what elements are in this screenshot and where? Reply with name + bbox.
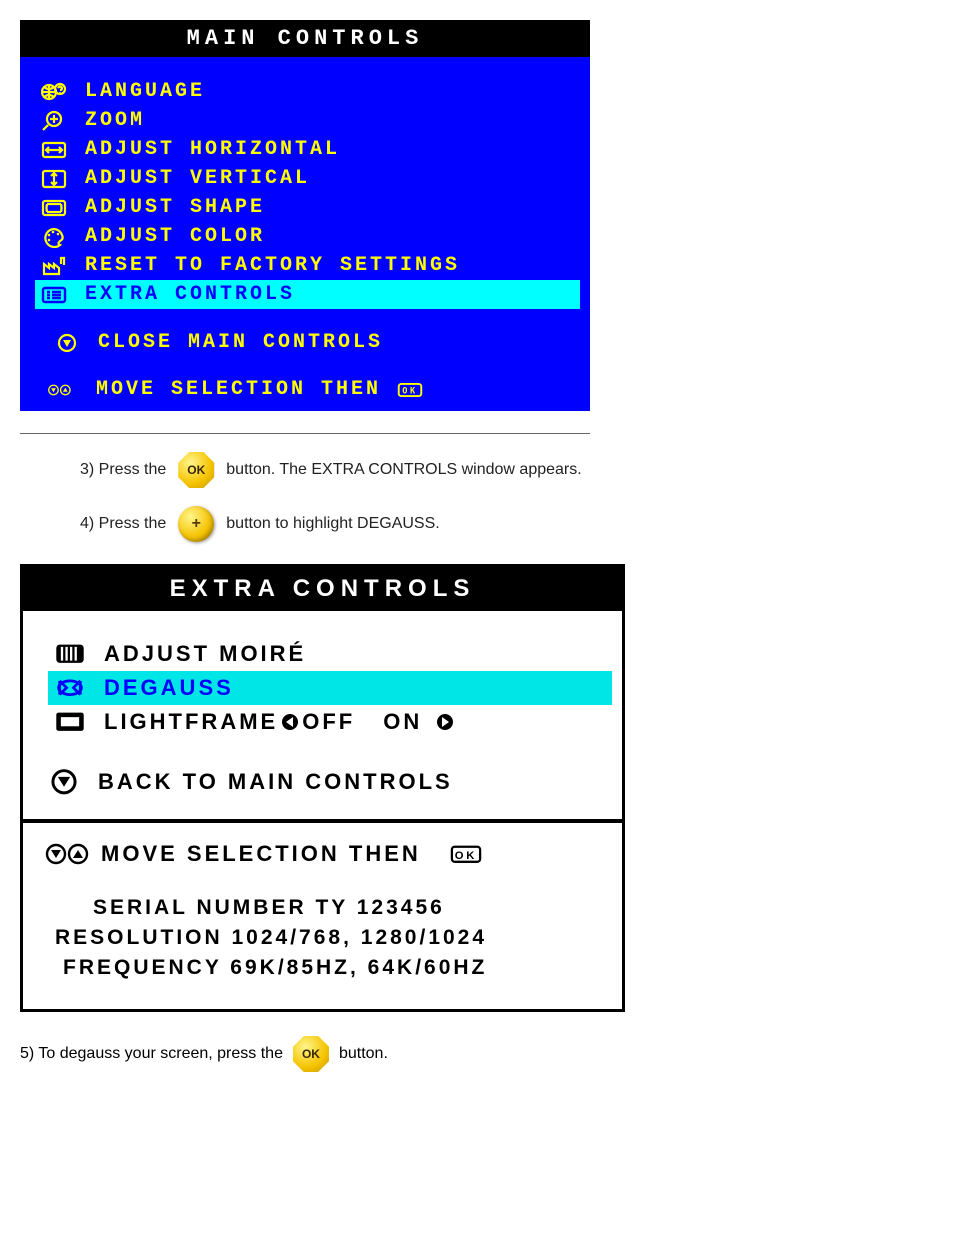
back-label: BACK TO MAIN CONTROLS	[98, 769, 453, 795]
shape-icon	[39, 197, 69, 219]
step-5-suffix: button.	[339, 1045, 388, 1063]
step-4-suffix: button to highlight DEGAUSS.	[226, 515, 439, 533]
back-to-main-controls[interactable]: BACK TO MAIN CONTROLS	[23, 745, 622, 819]
menu-item-label: ADJUST SHAPE	[85, 196, 265, 219]
horizontal-arrows-icon	[39, 139, 69, 161]
moire-icon	[54, 641, 86, 667]
menu-item-label: ZOOM	[85, 109, 145, 132]
ok-button-graphic[interactable]: OK	[293, 1036, 329, 1072]
list-icon	[39, 284, 69, 306]
degauss-icon	[54, 675, 86, 701]
menu-item-adjust-shape[interactable]: ADJUST SHAPE	[35, 193, 580, 222]
extra-footer-hint: MOVE SELECTION THEN OK	[45, 841, 612, 867]
lightframe-on: ON	[383, 709, 422, 735]
step-4-prefix: 4) Press the	[80, 515, 166, 533]
menu-item-label: DEGAUSS	[104, 675, 234, 701]
palette-icon	[39, 226, 69, 248]
frequency: FREQUENCY 69K/85HZ, 64K/60HZ	[63, 953, 592, 983]
footer-text: MOVE SELECTION THEN	[101, 841, 421, 867]
down-triangle-icon	[52, 332, 82, 354]
step-3-suffix: button. The EXTRA CONTROLS window appear…	[226, 461, 581, 479]
divider	[20, 433, 590, 434]
extra-footer: MOVE SELECTION THEN OK SERIAL NUMBER TY …	[23, 819, 622, 1009]
svg-text:OK: OK	[402, 386, 418, 396]
main-controls-items: LANGUAGE ZOOM ADJUST HORIZONTAL ADJUST V…	[20, 57, 590, 313]
menu-item-label: LANGUAGE	[85, 80, 205, 103]
menu-item-language[interactable]: LANGUAGE	[35, 77, 580, 106]
up-down-triangle-icon	[38, 379, 82, 401]
menu-item-label: ADJUST COLOR	[85, 225, 265, 248]
monitor-info: SERIAL NUMBER TY 123456 RESOLUTION 1024/…	[45, 867, 612, 1003]
plus-button-graphic[interactable]: +	[178, 506, 214, 542]
lightframe-row: LIGHTFRAME OFF ON	[104, 709, 455, 735]
menu-item-label: ADJUST VERTICAL	[85, 167, 310, 190]
menu-item-extra-controls[interactable]: EXTRA CONTROLS	[35, 280, 580, 309]
magnify-plus-icon	[39, 110, 69, 132]
up-down-triangle-icon	[45, 841, 91, 867]
left-arrow-icon	[280, 712, 300, 732]
menu-item-label: EXTRA CONTROLS	[85, 283, 295, 306]
menu-item-adjust-vertical[interactable]: ADJUST VERTICAL	[35, 164, 580, 193]
lightframe-icon	[54, 709, 86, 735]
footer-text: MOVE SELECTION THEN	[96, 378, 381, 401]
menu-item-reset-factory[interactable]: RESET TO FACTORY SETTINGS	[35, 251, 580, 280]
menu-item-label: ADJUST HORIZONTAL	[85, 138, 340, 161]
lightframe-off: OFF	[302, 709, 355, 735]
menu-item-adjust-horizontal[interactable]: ADJUST HORIZONTAL	[35, 135, 580, 164]
extra-controls-osd: EXTRA CONTROLS ADJUST MOIRÉ DEGAUSS LIGH…	[20, 564, 625, 1012]
step-5-prefix: 5) To degauss your screen, press the	[20, 1045, 283, 1063]
step-4: 4) Press the + button to highlight DEGAU…	[80, 506, 954, 542]
ok-box-icon: OK	[450, 841, 482, 867]
close-main-controls[interactable]: CLOSE MAIN CONTROLS	[20, 313, 590, 368]
extra-controls-items: ADJUST MOIRÉ DEGAUSS LIGHTFRAME OFF ON	[23, 611, 622, 745]
main-footer-hint: MOVE SELECTION THEN OK	[20, 368, 590, 411]
menu-item-zoom[interactable]: ZOOM	[35, 106, 580, 135]
step-3-prefix: 3) Press the	[80, 461, 166, 479]
down-triangle-icon	[48, 769, 80, 795]
lightframe-label: LIGHTFRAME	[104, 709, 278, 735]
menu-item-label: RESET TO FACTORY SETTINGS	[85, 254, 460, 277]
extra-controls-title: EXTRA CONTROLS	[23, 567, 622, 611]
main-controls-osd: MAIN CONTROLS LANGUAGE ZOOM ADJUST HORIZ…	[20, 20, 590, 411]
main-controls-title: MAIN CONTROLS	[20, 20, 590, 57]
serial-number: SERIAL NUMBER TY 123456	[93, 893, 592, 923]
menu-item-adjust-color[interactable]: ADJUST COLOR	[35, 222, 580, 251]
close-label: CLOSE MAIN CONTROLS	[98, 331, 383, 354]
right-arrow-icon	[435, 712, 455, 732]
resolution: RESOLUTION 1024/768, 1280/1024	[55, 923, 592, 953]
svg-text:OK: OK	[455, 850, 478, 862]
menu-item-label: ADJUST MOIRÉ	[104, 641, 306, 667]
factory-icon	[39, 255, 69, 277]
step-5: 5) To degauss your screen, press the OK …	[20, 1036, 620, 1072]
step-3: 3) Press the OK button. The EXTRA CONTRO…	[80, 452, 954, 488]
ok-box-icon: OK	[395, 379, 425, 401]
vertical-arrows-icon	[39, 168, 69, 190]
globe-question-icon	[39, 81, 69, 103]
menu-item-adjust-moire[interactable]: ADJUST MOIRÉ	[48, 637, 612, 671]
menu-item-degauss[interactable]: DEGAUSS	[48, 671, 612, 705]
menu-item-lightframe[interactable]: LIGHTFRAME OFF ON	[48, 705, 612, 739]
ok-button-graphic[interactable]: OK	[178, 452, 214, 488]
